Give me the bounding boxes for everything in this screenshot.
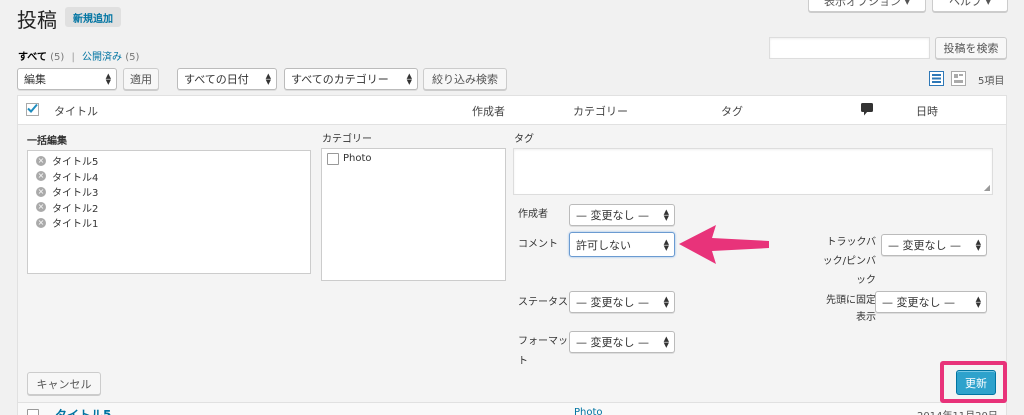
sticky-label: 先頭に固定表示 bbox=[826, 295, 876, 323]
column-title[interactable]: タイトル bbox=[54, 103, 98, 119]
apply-button[interactable]: 適用 bbox=[123, 68, 159, 90]
update-button[interactable]: 更新 bbox=[956, 370, 996, 395]
select-arrow-icon: ▲ ▼ bbox=[663, 237, 669, 252]
list-view-icon[interactable] bbox=[929, 71, 944, 86]
category-checklist bbox=[321, 148, 506, 281]
category-photo-label: Photo bbox=[343, 153, 372, 164]
bulk-title-text: タイトル3 bbox=[52, 188, 99, 200]
bulk-title-item: × タイトル5 bbox=[36, 153, 302, 169]
filter-separator: | bbox=[71, 52, 75, 63]
format-label: フォーマット bbox=[518, 336, 568, 367]
category-filter-value: すべてのカテゴリー bbox=[291, 73, 389, 86]
bulk-action-select[interactable]: 編集 ▲ ▼ bbox=[17, 68, 117, 90]
table-header bbox=[17, 95, 1007, 125]
select-arrow-icon: ▲ ▼ bbox=[105, 72, 111, 86]
category-heading: カテゴリー bbox=[322, 134, 372, 145]
select-arrow-icon: ▲ ▼ bbox=[975, 295, 981, 309]
resize-handle-icon[interactable]: ◢ bbox=[984, 184, 990, 192]
select-arrow-icon: ▲ ▼ bbox=[663, 335, 669, 349]
bulk-title-text: タイトル2 bbox=[52, 203, 99, 215]
cancel-button[interactable]: キャンセル bbox=[27, 372, 101, 395]
filter-all-link[interactable]: すべて bbox=[18, 52, 47, 63]
remove-item-icon[interactable]: × bbox=[36, 186, 46, 197]
row-date: 2014年11月20日 bbox=[917, 407, 998, 415]
filter-published-link[interactable]: 公開済み bbox=[82, 52, 122, 63]
author-label: 作成者 bbox=[518, 209, 548, 220]
remove-item-icon[interactable]: × bbox=[36, 217, 46, 228]
screen-options-button[interactable]: 表示オプション ▾ bbox=[808, 0, 926, 12]
add-new-button[interactable]: 新規追加 bbox=[65, 7, 121, 27]
bulk-title-text: タイトル4 bbox=[52, 172, 99, 184]
remove-item-icon[interactable]: × bbox=[36, 155, 46, 166]
bulk-action-value: 編集 bbox=[24, 73, 46, 86]
column-category: カテゴリー bbox=[573, 105, 628, 118]
bulk-title-item: × タイトル2 bbox=[36, 200, 302, 216]
category-photo-checkbox[interactable] bbox=[327, 153, 339, 165]
sticky-select[interactable]: — 変更なし — ▲ ▼ bbox=[875, 291, 987, 313]
bulk-title-item: × タイトル4 bbox=[36, 169, 302, 185]
select-arrow-icon: ▲ ▼ bbox=[663, 295, 669, 309]
help-button[interactable]: ヘルプ ▾ bbox=[932, 0, 1008, 12]
select-arrow-icon: ▲ ▼ bbox=[663, 208, 669, 222]
check-icon bbox=[27, 103, 38, 113]
select-all-checkbox[interactable] bbox=[26, 103, 39, 116]
row-category[interactable]: Photo bbox=[574, 407, 603, 415]
status-select[interactable]: — 変更なし — ▲ ▼ bbox=[569, 291, 675, 313]
comment-label: コメント bbox=[518, 239, 558, 250]
trackback-label: トラックバック/ピンバック bbox=[822, 237, 876, 286]
row-checkbox[interactable] bbox=[27, 409, 39, 415]
filter-all-count: (5) bbox=[50, 52, 65, 63]
bulk-edit-heading: 一括編集 bbox=[27, 136, 67, 147]
table-row: タイトル5 Photo 2014年11月20日 bbox=[17, 403, 1007, 415]
bulk-title-text: タイトル5 bbox=[52, 157, 99, 169]
remove-item-icon[interactable]: × bbox=[36, 171, 46, 182]
page-title: 投稿 bbox=[17, 8, 57, 32]
bulk-title-list: × タイトル5 × タイトル4 × タイトル3 × タイトル2 × タイトル1 bbox=[27, 150, 311, 274]
comment-select[interactable]: 許可しない ▲ ▼ bbox=[569, 232, 675, 257]
status-select-value: — 変更なし — bbox=[576, 296, 649, 309]
category-filter-select[interactable]: すべてのカテゴリー ▲ ▼ bbox=[284, 68, 418, 90]
column-date[interactable]: 日時 bbox=[916, 103, 938, 119]
status-label: ステータス bbox=[518, 297, 568, 308]
row-title-link[interactable]: タイトル5 bbox=[55, 406, 111, 415]
trackback-select[interactable]: — 変更なし — ▲ ▼ bbox=[881, 234, 987, 256]
excerpt-view-icon[interactable] bbox=[951, 71, 966, 86]
sticky-select-value: — 変更なし — bbox=[882, 296, 955, 309]
column-tags: タグ bbox=[721, 105, 743, 118]
date-filter-value: すべての日付 bbox=[184, 73, 249, 86]
tags-textarea[interactable]: ◢ bbox=[513, 148, 993, 195]
bulk-title-item: × タイトル3 bbox=[36, 184, 302, 200]
trackback-select-value: — 変更なし — bbox=[888, 239, 961, 252]
search-button[interactable]: 投稿を検索 bbox=[935, 37, 1007, 59]
remove-item-icon[interactable]: × bbox=[36, 202, 46, 213]
tags-heading: タグ bbox=[514, 134, 534, 145]
annotation-arrow-icon bbox=[676, 222, 772, 266]
select-arrow-icon: ▲ ▼ bbox=[975, 238, 981, 252]
author-select[interactable]: — 変更なし — ▲ ▼ bbox=[569, 204, 675, 226]
comment-bubble-icon[interactable] bbox=[861, 103, 873, 116]
date-filter-select[interactable]: すべての日付 ▲ ▼ bbox=[177, 68, 277, 90]
select-arrow-icon: ▲ ▼ bbox=[406, 72, 412, 86]
format-select[interactable]: — 変更なし — ▲ ▼ bbox=[569, 331, 675, 353]
item-count: 5項目 bbox=[978, 76, 1005, 87]
bulk-title-text: タイトル1 bbox=[52, 219, 99, 231]
author-select-value: — 変更なし — bbox=[576, 209, 649, 222]
filter-published-count: (5) bbox=[125, 52, 140, 63]
column-author: 作成者 bbox=[472, 105, 505, 118]
bulk-title-item: × タイトル1 bbox=[36, 215, 302, 231]
comment-select-value: 許可しない bbox=[576, 238, 631, 252]
search-input[interactable] bbox=[769, 37, 930, 59]
select-arrow-icon: ▲ ▼ bbox=[265, 72, 271, 86]
filter-button[interactable]: 絞り込み検索 bbox=[423, 68, 507, 90]
format-select-value: — 変更なし — bbox=[576, 336, 649, 349]
